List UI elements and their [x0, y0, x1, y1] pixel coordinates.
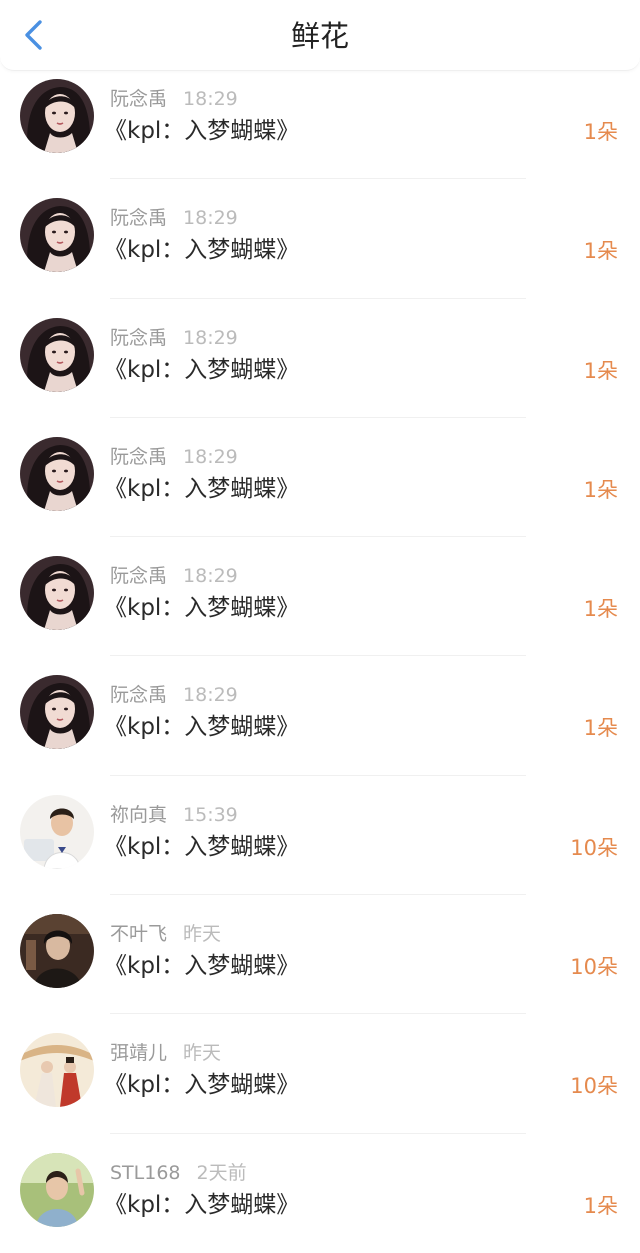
- flower-count: 1朵: [583, 477, 618, 502]
- book-title[interactable]: 《kpl：入梦蝴蝶》: [104, 474, 299, 504]
- flower-count: 10朵: [570, 835, 618, 860]
- nav-header: 鲜花: [0, 0, 640, 71]
- list-item[interactable]: 弭靖儿 昨天 《kpl：入梦蝴蝶》 10朵: [0, 1014, 640, 1134]
- list-item[interactable]: 阮念禹 18:29 《kpl：入梦蝴蝶》 1朵: [0, 60, 640, 180]
- timestamp: 昨天: [183, 923, 222, 946]
- user-name[interactable]: 阮念禹: [110, 684, 167, 706]
- flower-count: 1朵: [583, 120, 618, 144]
- user-name[interactable]: 弭靖儿: [110, 1042, 167, 1064]
- user-name[interactable]: 阮念禹: [110, 327, 167, 349]
- flower-count: 10朵: [570, 1074, 618, 1099]
- timestamp: 15:39: [183, 803, 238, 826]
- list-item[interactable]: 不叶飞 昨天 《kpl：入梦蝴蝶》 10朵: [0, 895, 640, 1015]
- avatar[interactable]: [20, 794, 94, 869]
- flower-count: 10朵: [570, 955, 618, 980]
- user-name[interactable]: 阮念禹: [110, 207, 167, 229]
- flower-count: 1朵: [583, 1193, 618, 1218]
- timestamp: 18:29: [183, 445, 238, 468]
- avatar[interactable]: [20, 1033, 94, 1108]
- book-title[interactable]: 《kpl：入梦蝴蝶》: [104, 235, 299, 265]
- list-item[interactable]: STL168 2天前 《kpl：入梦蝴蝶》 1朵: [0, 1134, 640, 1253]
- timestamp: 昨天: [183, 1042, 222, 1065]
- user-name[interactable]: 不叶飞: [110, 923, 167, 945]
- avatar[interactable]: [20, 675, 94, 750]
- timestamp: 2天前: [196, 1161, 247, 1184]
- book-title[interactable]: 《kpl：入梦蝴蝶》: [104, 951, 299, 981]
- book-title[interactable]: 《kpl：入梦蝴蝶》: [104, 355, 299, 385]
- user-name[interactable]: 阮念禹: [110, 565, 167, 587]
- avatar[interactable]: [20, 198, 94, 273]
- avatar[interactable]: [20, 556, 94, 631]
- avatar[interactable]: [20, 436, 94, 511]
- user-name[interactable]: 祢向真: [110, 804, 167, 826]
- list-item[interactable]: 阮念禹 18:29 《kpl：入梦蝴蝶》 1朵: [0, 537, 640, 657]
- book-title[interactable]: 《kpl：入梦蝴蝶》: [104, 593, 299, 623]
- flower-count: 1朵: [583, 597, 618, 622]
- book-title[interactable]: 《kpl：入梦蝴蝶》: [104, 116, 299, 146]
- avatar[interactable]: [20, 79, 94, 153]
- user-name[interactable]: 阮念禹: [110, 88, 167, 110]
- flower-count: 1朵: [583, 358, 618, 383]
- flower-record-list: 阮念禹 18:29 《kpl：入梦蝴蝶》 1朵 阮念禹 18:29 《kpl：入梦蝴…: [0, 60, 640, 1253]
- list-item[interactable]: 阮念禹 18:29 《kpl：入梦蝴蝶》 1朵: [0, 418, 640, 538]
- timestamp: 18:29: [183, 326, 238, 349]
- flower-count: 1朵: [583, 239, 618, 264]
- list-item[interactable]: 祢向真 15:39 《kpl：入梦蝴蝶》 10朵: [0, 776, 640, 896]
- book-title[interactable]: 《kpl：入梦蝴蝶》: [104, 832, 299, 862]
- flower-count: 1朵: [583, 716, 618, 741]
- timestamp: 18:29: [183, 684, 238, 707]
- page-title: 鲜花: [290, 19, 349, 53]
- avatar[interactable]: [20, 1152, 94, 1227]
- user-name[interactable]: STL168: [110, 1162, 181, 1184]
- list-item[interactable]: 阮念禹 18:29 《kpl：入梦蝴蝶》 1朵: [0, 299, 640, 418]
- timestamp: 18:29: [183, 88, 238, 110]
- timestamp: 18:29: [183, 207, 238, 230]
- avatar[interactable]: [20, 914, 94, 989]
- list-item[interactable]: 阮念禹 18:29 《kpl：入梦蝴蝶》 1朵: [0, 179, 640, 299]
- list-item[interactable]: 阮念禹 18:29 《kpl：入梦蝴蝶》 1朵: [0, 656, 640, 776]
- book-title[interactable]: 《kpl：入梦蝴蝶》: [104, 1190, 299, 1220]
- book-title[interactable]: 《kpl：入梦蝴蝶》: [104, 1070, 299, 1100]
- user-name[interactable]: 阮念禹: [110, 446, 167, 468]
- avatar[interactable]: [20, 317, 94, 392]
- book-title[interactable]: 《kpl：入梦蝴蝶》: [104, 712, 299, 742]
- timestamp: 18:29: [183, 565, 238, 588]
